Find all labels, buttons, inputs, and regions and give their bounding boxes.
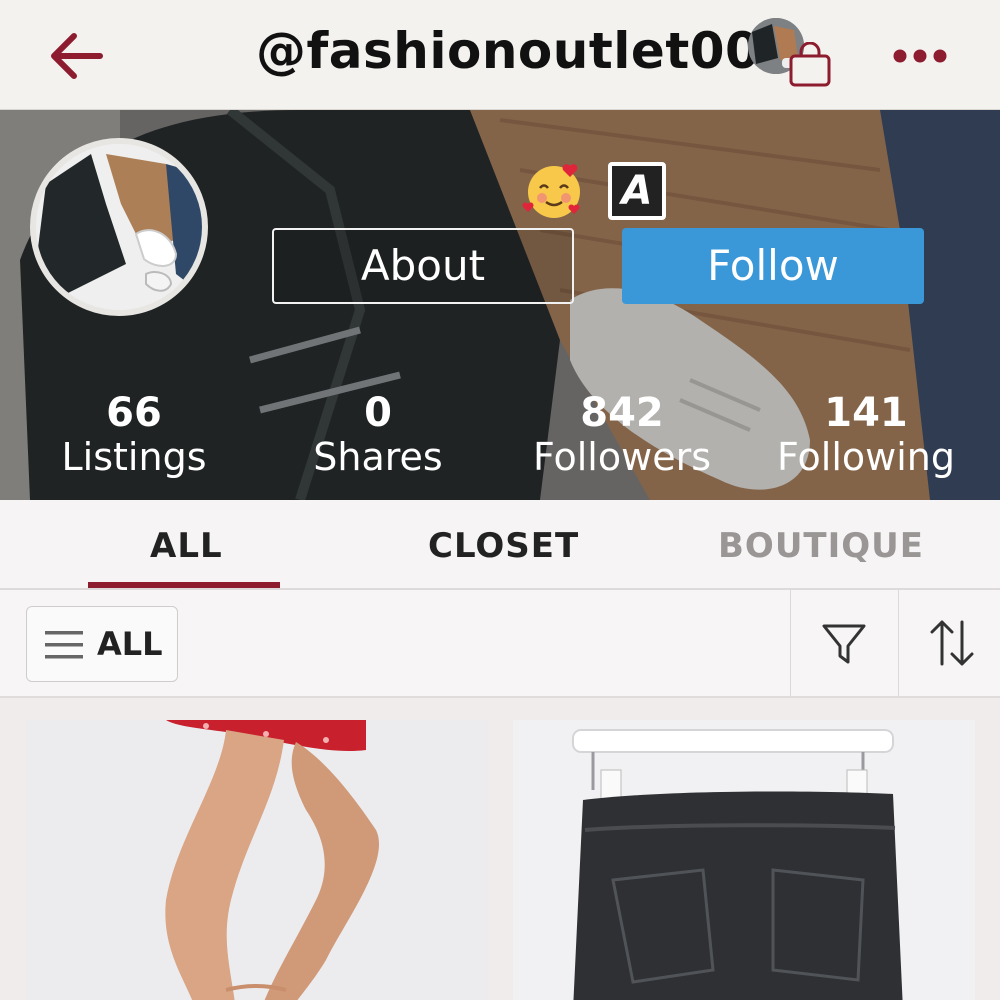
filter-funnel-icon[interactable]: [820, 620, 868, 672]
stat-value: 141: [824, 390, 908, 436]
tab-closet[interactable]: CLOSET: [428, 526, 579, 566]
listing-card[interactable]: [26, 720, 488, 1000]
follow-button[interactable]: Follow: [622, 228, 924, 304]
filter-bar: ALL: [0, 590, 1000, 698]
listing-image: [26, 720, 488, 1000]
category-all-label: ALL: [97, 625, 163, 663]
badge-a-icon: A: [608, 162, 666, 220]
stat-shares[interactable]: 0 Shares: [268, 390, 488, 478]
listing-image: [513, 720, 975, 1000]
stat-label: Followers: [533, 435, 711, 479]
tab-boutique[interactable]: BOUTIQUE: [718, 526, 924, 566]
back-arrow-icon[interactable]: [48, 30, 108, 82]
profile-avatar[interactable]: [30, 138, 208, 316]
profile-cover: A About Follow 66 Listings 0 Shares 842 …: [0, 110, 1000, 500]
tab-all[interactable]: ALL: [150, 526, 223, 566]
stat-value: 66: [106, 390, 162, 436]
smiling-face-with-hearts-icon: [522, 160, 586, 220]
stat-listings[interactable]: 66 Listings: [24, 390, 244, 478]
divider: [790, 590, 791, 696]
stat-followers[interactable]: 842 Followers: [512, 390, 732, 478]
stat-value: 0: [364, 390, 392, 436]
about-button[interactable]: About: [272, 228, 574, 304]
listing-card[interactable]: [513, 720, 975, 1000]
stat-following[interactable]: 141 Following: [756, 390, 976, 478]
sort-arrows-icon[interactable]: [928, 618, 976, 672]
hamburger-menu-icon: [45, 631, 83, 659]
stat-value: 842: [580, 390, 664, 436]
active-tab-indicator: [88, 582, 280, 588]
top-bar: @fashionoutlet00: [0, 0, 1000, 110]
divider: [898, 590, 899, 696]
stat-label: Following: [777, 435, 955, 479]
listing-grid: [0, 698, 1000, 1000]
profile-username: @fashionoutlet00: [256, 22, 761, 80]
more-dots-icon[interactable]: [892, 38, 948, 74]
closet-tabs: ALL CLOSET BOUTIQUE: [0, 500, 1000, 590]
stat-label: Listings: [61, 435, 207, 479]
shopping-bag-icon[interactable]: [744, 18, 836, 90]
category-all-button[interactable]: ALL: [26, 606, 178, 682]
stat-label: Shares: [313, 435, 443, 479]
